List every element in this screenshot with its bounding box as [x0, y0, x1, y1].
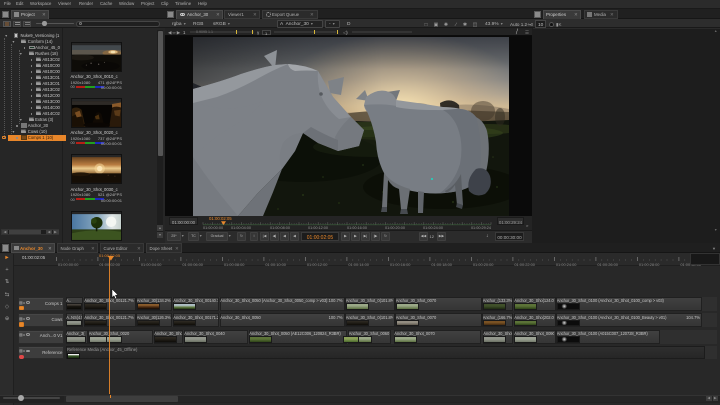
svg-text:01:00:00:00: 01:00:00:00 — [58, 262, 79, 267]
svg-text:01:00:12:00: 01:00:12:00 — [307, 262, 328, 267]
svg-text:01:00:20:00: 01:00:20:00 — [473, 262, 494, 267]
svg-text:01:00:06:00: 01:00:06:00 — [182, 262, 203, 267]
svg-text:01:00:16:00: 01:00:16:00 — [390, 262, 411, 267]
svg-text:01:00:24:00: 01:00:24:00 — [556, 262, 577, 267]
svg-text:01:00:08:00: 01:00:08:00 — [224, 262, 245, 267]
svg-text:01:00:22:00: 01:00:22:00 — [514, 262, 535, 267]
svg-text:01:00:10:00: 01:00:10:00 — [265, 262, 286, 267]
svg-text:01:00:26:00: 01:00:26:00 — [597, 262, 618, 267]
svg-text:01:00:28:00: 01:00:28:00 — [639, 262, 660, 267]
svg-text:01:00:04:00: 01:00:04:00 — [141, 262, 162, 267]
svg-text:01:00:14:00: 01:00:14:00 — [348, 262, 369, 267]
svg-text:01:00:18:00: 01:00:18:00 — [431, 262, 452, 267]
